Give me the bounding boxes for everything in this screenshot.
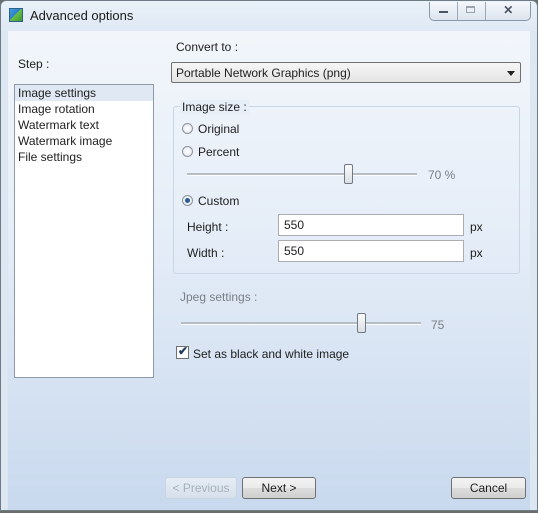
minimize-icon [439, 11, 448, 13]
percent-slider-thumb[interactable] [344, 164, 353, 184]
chevron-down-icon [507, 71, 515, 76]
image-size-title: Image size : [180, 100, 249, 114]
app-icon [9, 8, 23, 22]
black-white-checkbox[interactable]: ✔ [176, 344, 189, 359]
window-controls: ✕ [429, 2, 531, 21]
advanced-options-window: Advanced options ✕ Step : Image settings… [0, 0, 538, 511]
close-button[interactable]: ✕ [486, 2, 530, 20]
original-radio-label[interactable]: Original [198, 122, 239, 136]
black-white-label[interactable]: Set as black and white image [193, 347, 349, 361]
step-item-image-settings[interactable]: Image settings [15, 85, 153, 101]
cancel-button[interactable]: Cancel [451, 477, 526, 499]
step-item-watermark-text[interactable]: Watermark text [15, 117, 153, 133]
width-unit: px [470, 246, 483, 260]
height-unit: px [470, 220, 483, 234]
title-bar[interactable]: Advanced options ✕ [1, 1, 537, 29]
percent-radio-label[interactable]: Percent [198, 145, 239, 159]
close-icon: ✕ [503, 3, 514, 17]
percent-slider-track[interactable] [187, 173, 417, 176]
jpeg-quality-value: 75 [431, 318, 445, 332]
step-item-watermark-image[interactable]: Watermark image [15, 133, 153, 149]
height-label: Height : [187, 220, 229, 234]
step-label: Step : [18, 57, 50, 71]
width-input[interactable]: 550 [278, 240, 464, 262]
dialog-body: Step : Image settings Image rotation Wat… [8, 31, 530, 510]
jpeg-quality-slider-thumb[interactable] [357, 313, 366, 333]
custom-radio[interactable] [182, 195, 193, 206]
format-dropdown-value: Portable Network Graphics (png) [176, 66, 351, 80]
height-input[interactable]: 550 [278, 214, 464, 236]
minimize-button[interactable] [430, 2, 459, 20]
window-title: Advanced options [30, 8, 134, 23]
percent-radio[interactable] [182, 146, 193, 157]
previous-button[interactable]: < Previous [165, 477, 237, 499]
jpeg-quality-slider-track[interactable] [181, 322, 421, 325]
next-button[interactable]: Next > [242, 477, 316, 499]
checkmark-icon: ✔ [178, 344, 189, 358]
percent-value: 70 % [428, 168, 456, 182]
jpeg-settings-label: Jpeg settings : [180, 290, 258, 304]
format-dropdown[interactable]: Portable Network Graphics (png) [171, 62, 521, 83]
maximize-icon [466, 6, 476, 13]
step-list[interactable]: Image settings Image rotation Watermark … [14, 84, 154, 378]
step-item-image-rotation[interactable]: Image rotation [15, 101, 153, 117]
step-item-file-settings[interactable]: File settings [15, 149, 153, 165]
maximize-button [458, 2, 487, 20]
width-label: Width : [187, 246, 225, 260]
convert-to-label: Convert to : [176, 40, 239, 54]
custom-radio-label[interactable]: Custom [198, 194, 239, 208]
original-radio[interactable] [182, 123, 193, 134]
